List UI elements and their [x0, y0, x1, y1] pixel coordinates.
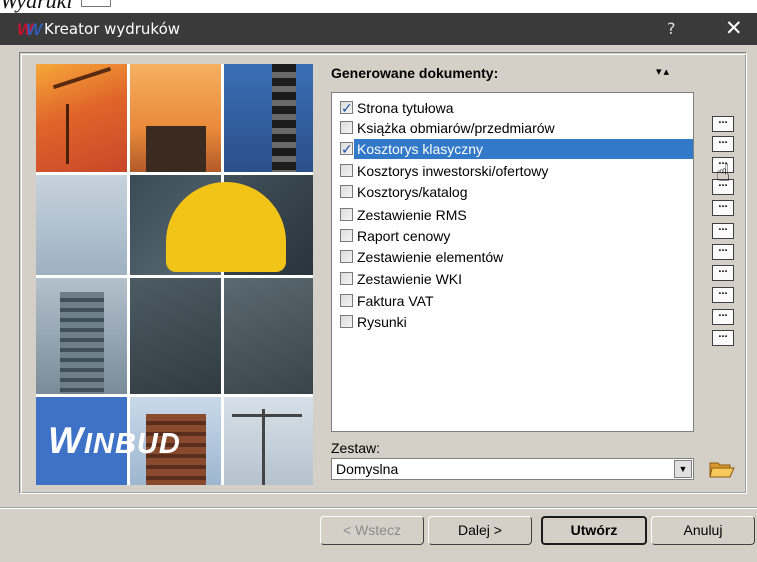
list-item[interactable]: Zestawienie RMS [338, 205, 692, 226]
options-button[interactable]: ... [712, 264, 734, 281]
checkbox[interactable] [340, 229, 353, 242]
options-button[interactable]: ... [712, 329, 734, 346]
checkbox[interactable] [340, 164, 353, 177]
winbud-collage-image: WINBUD [36, 64, 313, 485]
checkbox[interactable] [340, 185, 353, 198]
list-item[interactable]: Faktura VAT [338, 291, 692, 312]
winbud-logo: WINBUD [48, 420, 181, 461]
help-button[interactable]: ? [667, 19, 676, 38]
options-button[interactable]: ... [712, 135, 734, 152]
list-item[interactable]: Zestawienie WKI [338, 269, 692, 290]
checkbox[interactable] [340, 294, 353, 307]
list-item[interactable]: Strona tytułowa [338, 98, 692, 119]
next-button[interactable]: Dalej > [428, 516, 532, 545]
winbud-app-icon: WW [17, 20, 43, 39]
options-button[interactable]: ... [712, 115, 734, 132]
checkbox[interactable] [340, 250, 353, 263]
list-item[interactable]: Kosztorys/katalog [338, 182, 692, 203]
back-button[interactable]: < Wstecz [320, 516, 424, 545]
checkbox[interactable] [340, 208, 353, 221]
checkbox[interactable] [340, 98, 353, 119]
sort-arrows-icon[interactable]: ▾▴ [656, 65, 671, 78]
list-item[interactable]: Kosztorys klasyczny [338, 139, 693, 160]
documents-heading: Generowane dokumenty: [331, 65, 499, 81]
options-button[interactable]: ... [712, 222, 734, 239]
options-button[interactable]: ... [712, 286, 734, 303]
list-item[interactable]: Zestawienie elementów [338, 247, 692, 268]
documents-list[interactable]: Strona tytułowa Książka obmiarów/przedmi… [331, 92, 694, 432]
checkbox[interactable] [340, 139, 353, 160]
options-button[interactable]: ... [712, 199, 734, 216]
page-caption: Wydruki [0, 0, 757, 14]
checkbox[interactable] [340, 315, 353, 328]
open-folder-icon[interactable] [708, 457, 736, 481]
list-item[interactable]: Kosztorys inwestorski/ofertowy [338, 161, 692, 182]
cancel-button[interactable]: Anuluj [651, 516, 755, 545]
options-button[interactable]: ... [712, 243, 734, 260]
create-button[interactable]: Utwórz [541, 516, 647, 545]
window-title: Kreator wydruków [44, 20, 181, 38]
list-item[interactable]: Rysunki [338, 312, 692, 333]
title-bar: WW Kreator wydruków ? ✕ [0, 13, 757, 45]
hand-pointer-icon: ☝ [716, 160, 731, 187]
chevron-down-icon[interactable]: ▼ [674, 460, 692, 478]
zestaw-label: Zestaw: [331, 440, 381, 456]
options-button[interactable]: ... [712, 308, 734, 325]
close-button[interactable]: ✕ [725, 16, 743, 40]
list-item[interactable]: Raport cenowy [338, 226, 692, 247]
list-item[interactable]: Książka obmiarów/przedmiarów [338, 118, 692, 139]
zestaw-select[interactable]: Domyslna ▼ [331, 458, 694, 480]
checkbox[interactable] [340, 272, 353, 285]
checkbox[interactable] [340, 121, 353, 134]
zestaw-value: Domyslna [336, 461, 399, 477]
